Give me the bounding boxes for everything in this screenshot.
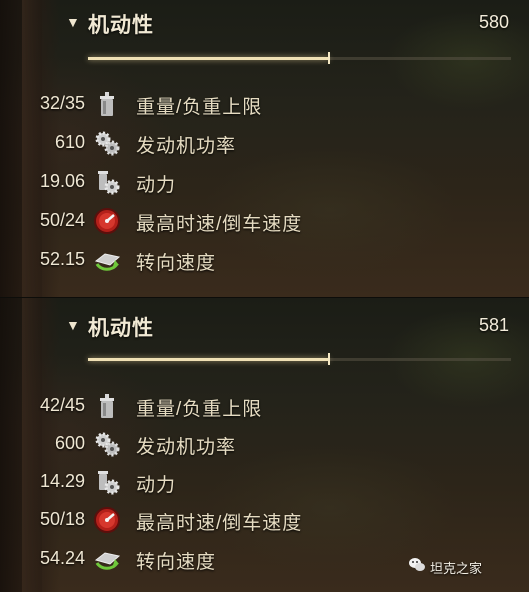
stat-value: 610 [54, 132, 85, 152]
mobility-bar-fill [88, 57, 329, 60]
stat-value: 42/45 [39, 395, 85, 415]
stat-row-weight: 32/35 重量/负重上限 [0, 86, 529, 122]
stat-row-engine-power: 600 发动机功率 [0, 426, 529, 462]
engine-gears-icon [95, 432, 120, 457]
stat-label: 重量/负重上限 [136, 97, 263, 118]
section-title: 机动性 [88, 317, 154, 340]
stat-label: 重量/负重上限 [136, 399, 263, 420]
weight-icon [100, 394, 114, 418]
stat-label: 转向速度 [136, 552, 217, 573]
power-ratio-icon [98, 471, 120, 495]
stat-value: 54.24 [39, 548, 85, 568]
stat-row-weight: 42/45 重量/负重上限 [0, 388, 529, 424]
mobility-total: 581 [478, 315, 509, 335]
stat-row-engine-power: 610 发动机功率 [0, 125, 529, 161]
mobility-panel-2: ▼ 机动性 581 42/45 重量/负重上限 600 发动机功率 14.29 [0, 298, 529, 592]
speedometer-icon [94, 507, 120, 533]
stat-value: 32/35 [39, 93, 85, 113]
wechat-icon [409, 558, 425, 571]
stat-row-speed: 50/18 最高时速/倒车速度 [0, 502, 529, 538]
mobility-panel-1: ▼ 机动性 580 32/35 重量/负重上限 610 发动机功率 19.06 [0, 0, 529, 297]
stat-value: 50/24 [39, 210, 85, 230]
mobility-bar [88, 52, 511, 64]
stat-value: 52.15 [39, 249, 85, 269]
stat-row-power-ratio: 19.06 动力 [0, 164, 529, 200]
mobility-bar-fill [88, 358, 329, 361]
watermark-text: 坦克之家 [430, 561, 483, 576]
stat-label: 动力 [136, 475, 177, 496]
stat-label: 最高时速/倒车速度 [136, 513, 303, 534]
stat-value: 14.29 [39, 471, 85, 491]
power-ratio-icon [98, 171, 120, 195]
mobility-bar [88, 353, 511, 365]
mobility-bar-marker [328, 52, 330, 64]
speedometer-icon [94, 208, 120, 234]
engine-gears-icon [95, 131, 120, 156]
mobility-total: 580 [478, 12, 509, 32]
stat-row-speed: 50/24 最高时速/倒车速度 [0, 203, 529, 239]
traverse-icon [94, 253, 121, 271]
stat-label: 最高时速/倒车速度 [136, 214, 303, 235]
stat-value: 600 [54, 433, 85, 453]
section-title: 机动性 [88, 14, 154, 37]
stat-label: 发动机功率 [136, 437, 237, 458]
stat-value: 50/18 [39, 509, 85, 529]
chevron-down-icon[interactable]: ▼ [66, 14, 80, 30]
stat-row-power-ratio: 14.29 动力 [0, 464, 529, 500]
chevron-down-icon[interactable]: ▼ [66, 317, 80, 333]
stat-label: 转向速度 [136, 253, 217, 274]
stat-label: 发动机功率 [136, 136, 237, 157]
traverse-icon [94, 552, 121, 570]
mobility-bar-marker [328, 353, 330, 365]
stat-label: 动力 [136, 175, 177, 196]
stat-row-traverse: 52.15 转向速度 [0, 242, 529, 278]
section-header[interactable]: ▼ 机动性 580 [0, 0, 529, 56]
stat-value: 19.06 [39, 171, 85, 191]
section-header[interactable]: ▼ 机动性 581 [0, 303, 529, 359]
weight-icon [100, 92, 114, 116]
